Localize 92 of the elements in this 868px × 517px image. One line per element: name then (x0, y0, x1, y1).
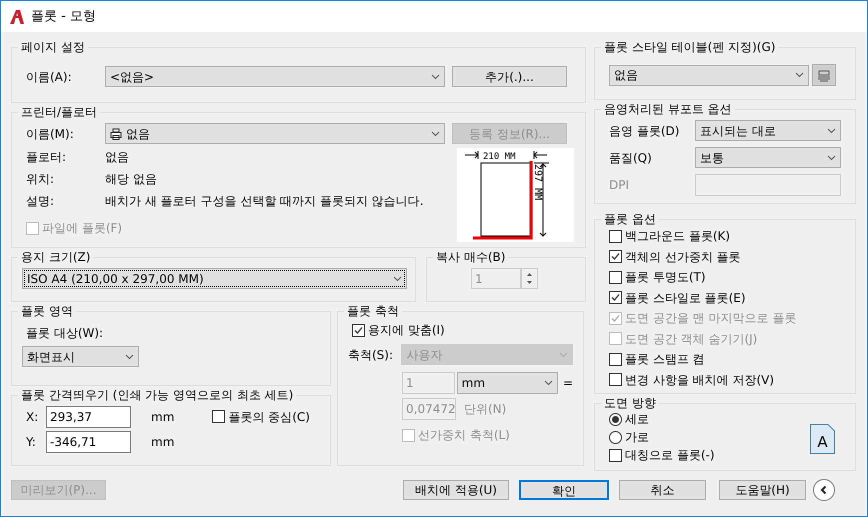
info-value: 배치가 새 플로터 구성을 선택할 때까지 플롯되지 않습니다. (105, 193, 424, 210)
dropdown[interactable]: 화면표시 (22, 346, 139, 367)
dimension-label: 297 MM (532, 164, 543, 200)
checkbox-label: 도면 공간을 맨 마지막으로 플롯 (625, 310, 796, 328)
dialog-button[interactable]: 취소 (619, 480, 706, 500)
checkbox[interactable] (609, 250, 622, 264)
group-title: 복사 매수(B) (435, 250, 506, 264)
checkbox-label: 플롯 스타일로 플롯(E) (625, 290, 746, 307)
info-label: 위치: (26, 171, 56, 188)
dimension-label: 210 MM (483, 152, 516, 162)
text-input[interactable]: 293,37 (46, 406, 131, 428)
caret-icon (431, 74, 440, 80)
spinner-buttons[interactable] (521, 268, 538, 289)
caret-icon (827, 154, 836, 160)
field-label: 이름(A): (26, 68, 73, 86)
text-input[interactable]: -346,71 (46, 430, 131, 452)
radio-label: 가로 (625, 429, 649, 446)
group-title: 플롯 간격띄우기 (인쇄 가능 영역으로의 최초 세트) (20, 388, 294, 402)
checkbox-label: 대칭으로 플롯(-) (625, 447, 715, 464)
checkbox[interactable] (609, 291, 622, 304)
edit-table-icon (817, 68, 831, 83)
group-title: 용지 크기(Z) (20, 250, 92, 264)
unit-label: mm (151, 408, 174, 426)
info-label: 설명: (26, 193, 56, 210)
checkbox[interactable] (609, 230, 622, 243)
field-label: DPI (609, 176, 630, 194)
caret-icon (431, 130, 440, 136)
field-label: 음영 플롯(D) (609, 122, 680, 140)
dropdown[interactable]: ISO A4 (210,00 x 297,00 MM) (22, 268, 407, 289)
dialog-button[interactable]: 확인 (519, 480, 609, 500)
checkbox-label: 파일에 플롯(F) (42, 220, 122, 237)
checkbox-label: 플롯 스탬프 켬 (625, 351, 705, 368)
dropdown[interactable]: 없음 (609, 64, 809, 86)
app-logo-icon (9, 8, 25, 24)
checkbox[interactable] (212, 410, 226, 423)
page-orientation-icon: A (810, 424, 835, 454)
group-title: 도면 방향 (603, 396, 657, 410)
field-label: Y: (26, 434, 37, 450)
radio-label: 세로 (625, 411, 649, 428)
group-title: 페이지 설정 (20, 40, 86, 54)
caret-icon (544, 380, 553, 386)
unit-label: mm (151, 434, 174, 450)
caret-icon (125, 354, 134, 360)
unit-label: 단위(N) (464, 401, 506, 418)
caret-icon (795, 72, 804, 78)
caret-icon (393, 276, 402, 282)
checkbox[interactable] (609, 270, 622, 284)
caret-icon (827, 128, 836, 134)
edit-style-button[interactable] (812, 64, 836, 86)
window-title: 플롯 - 모형 (31, 8, 96, 26)
field-label: 품질(Q) (609, 150, 653, 166)
checkbox-label: 선가중치 축척(L) (418, 427, 510, 444)
checkbox-label: 도면 공간 객체 숨기기(J) (625, 330, 758, 348)
group-title: 음영처리된 뷰포트 옵션 (603, 102, 733, 116)
collapse-button[interactable] (813, 479, 835, 501)
checkbox[interactable] (352, 324, 365, 336)
dropdown[interactable]: mm (456, 372, 558, 394)
checkbox-label: 변경 사항을 배치에 저장(V) (625, 372, 774, 389)
dropdown[interactable]: <없음> (105, 66, 445, 87)
group-title: 플롯 옵션 (603, 212, 657, 226)
group-title: 플롯 스타일 테이블(펜 지정)(G) (603, 40, 776, 54)
chevron-left-icon (819, 485, 829, 495)
checkbox[interactable] (609, 448, 622, 462)
field-label: X: (26, 408, 40, 426)
equals-sign: = (562, 375, 573, 392)
group-title: 플롯 영역 (20, 304, 74, 318)
dropdown[interactable]: 보통 (695, 147, 841, 168)
printer-icon (110, 128, 122, 140)
field-label: 축척(S): (348, 346, 394, 364)
checkbox[interactable] (609, 373, 622, 386)
checkbox[interactable] (609, 352, 622, 366)
caret-icon (559, 352, 568, 358)
group-title: 프린터/플로터 (20, 105, 98, 119)
checkbox-label: 용지에 맞춤(I) (368, 322, 445, 339)
group-title: 플롯 축척 (346, 304, 400, 318)
dropdown[interactable]: 없음 (105, 123, 445, 144)
radio-button[interactable] (609, 412, 622, 426)
dropdown[interactable]: 표시되는 대로 (695, 120, 841, 141)
field-label: 이름(M): (26, 126, 75, 142)
info-value: 해당 없음 (105, 171, 157, 188)
dialog-button[interactable]: 배치에 적용(U) (403, 480, 509, 500)
info-label: 플로터: (26, 149, 68, 166)
field-label: 플롯 대상(W): (26, 325, 104, 342)
checkbox-label: 플롯의 중심(C) (228, 408, 310, 426)
dialog-button[interactable]: 도움말(H) (719, 480, 806, 500)
info-value: 없음 (105, 149, 129, 166)
checkbox-label: 백그라운드 플롯(K) (625, 228, 730, 246)
add-button[interactable]: 추가(.)... (452, 66, 567, 87)
text-input[interactable] (695, 174, 841, 196)
checkbox-label: 플롯 투명도(T) (625, 269, 706, 286)
checkbox-label: 객체의 선가중치 플롯 (625, 248, 741, 266)
radio-button[interactable] (609, 430, 622, 444)
